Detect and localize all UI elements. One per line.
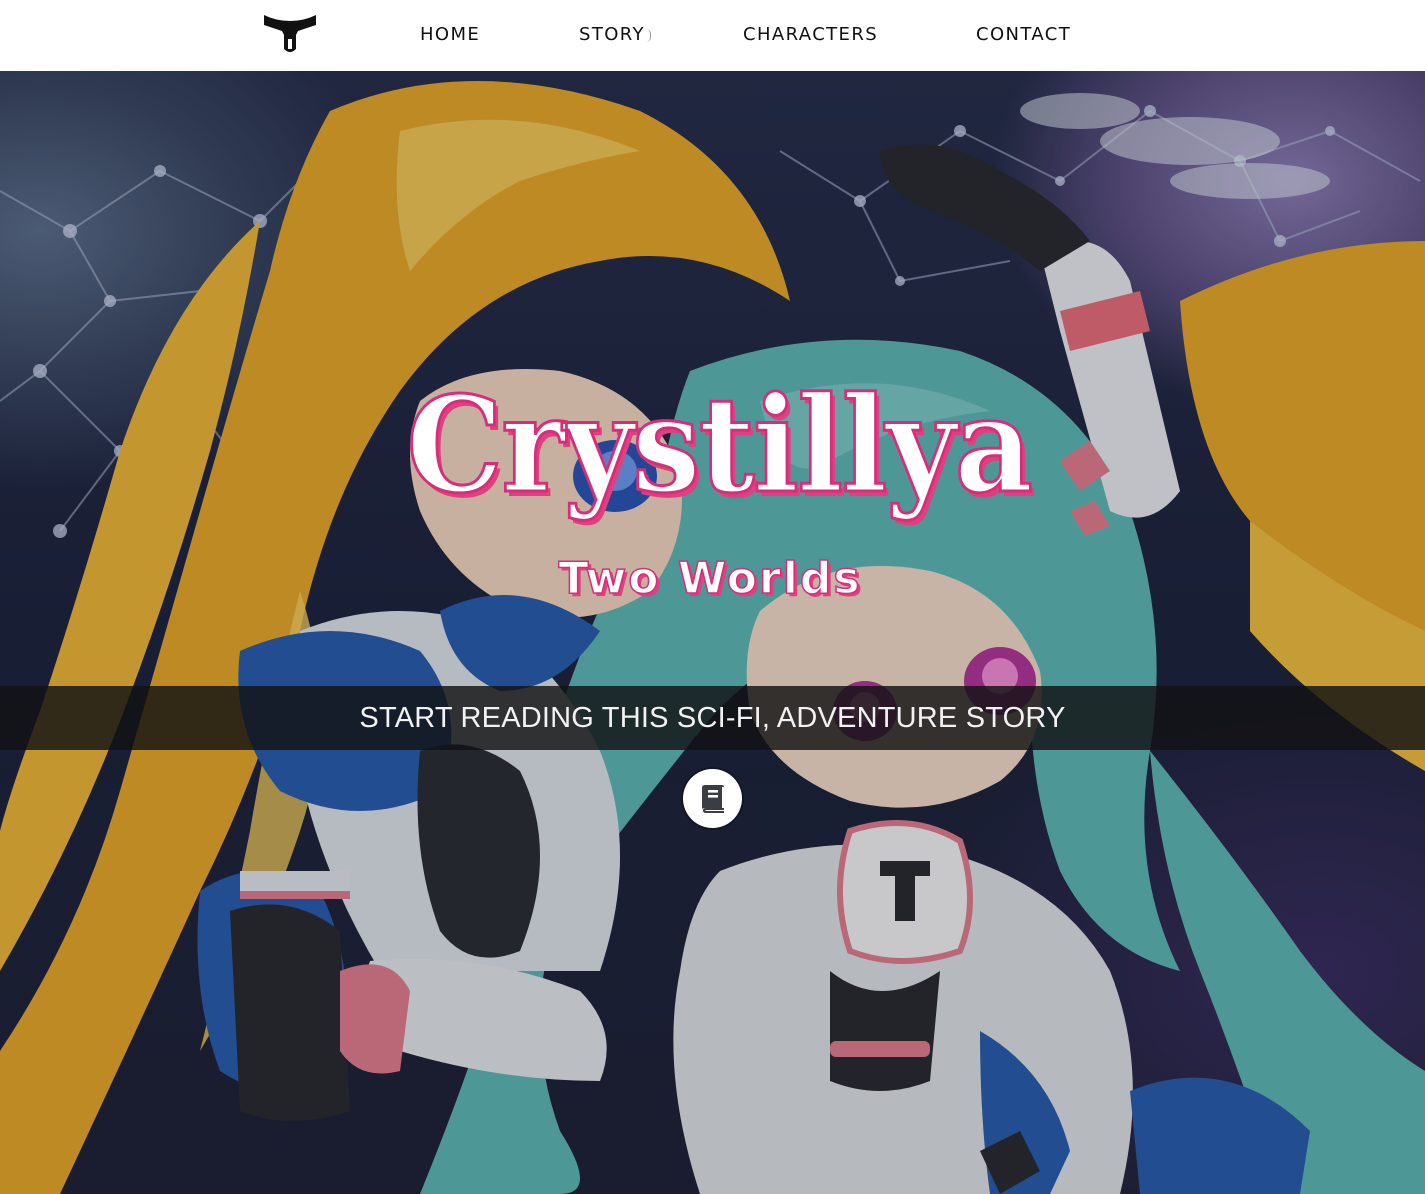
top-navigation-bar: HOME STORY CHARACTERS CONTACT bbox=[0, 0, 1425, 71]
title-logo: Crystillya Two Worlds bbox=[380, 368, 1040, 631]
start-reading-button[interactable] bbox=[683, 769, 742, 828]
book-icon bbox=[702, 785, 724, 813]
nav-characters[interactable]: CHARACTERS bbox=[743, 24, 878, 45]
cta-band[interactable]: START READING THIS SCI-FI, ADVENTURE STO… bbox=[0, 686, 1425, 750]
nav-contact[interactable]: CONTACT bbox=[976, 24, 1071, 45]
brand-title: Crystillya bbox=[405, 368, 1035, 523]
cta-text[interactable]: START READING THIS SCI-FI, ADVENTURE STO… bbox=[0, 686, 1425, 750]
hero-dim-overlay bbox=[0, 71, 1425, 1194]
nav-story[interactable]: STORY bbox=[579, 24, 645, 45]
nav-home[interactable]: HOME bbox=[420, 24, 480, 45]
site-logo-icon[interactable] bbox=[262, 13, 318, 57]
story-dropdown-caret-icon[interactable] bbox=[646, 29, 651, 42]
hero-banner: Crystillya Two Worlds START READING THIS… bbox=[0, 71, 1425, 1194]
brand-subtitle: Two Worlds bbox=[558, 552, 862, 605]
